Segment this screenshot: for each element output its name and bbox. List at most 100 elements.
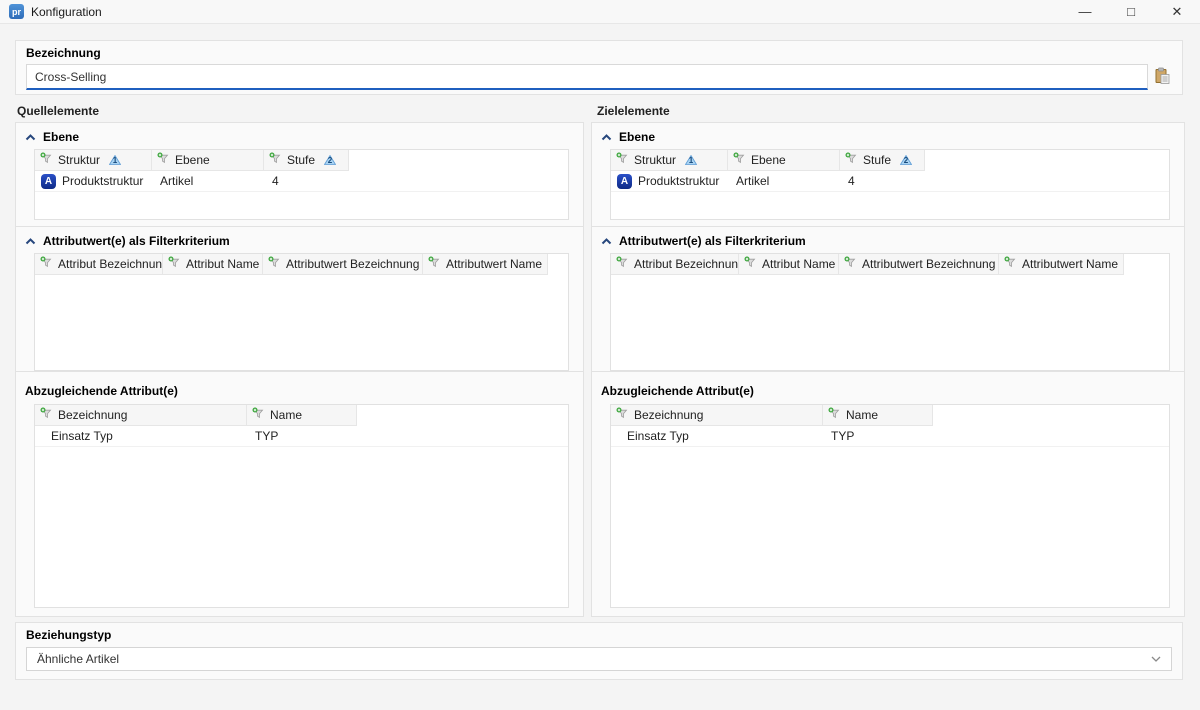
table-header-row: Bezeichnung Name (611, 405, 1169, 426)
column-header-bezeichnung[interactable]: Bezeichnung (611, 405, 823, 426)
column-header-stufe[interactable]: Stufe 2 (840, 150, 925, 171)
filter-funnel-icon[interactable] (40, 256, 53, 272)
paste-button[interactable] (1150, 65, 1174, 89)
table-row[interactable]: Einsatz Typ TYP (35, 426, 568, 447)
maximize-button[interactable]: □ (1108, 0, 1154, 23)
product-structure-icon: A (617, 174, 632, 189)
column-header-label: Stufe (287, 153, 315, 167)
target-ebene-table: Struktur 1 Ebene Stufe (610, 149, 1170, 220)
close-button[interactable]: ✕ (1154, 0, 1200, 23)
column-header-attributwert-bezeichnung[interactable]: Attributwert Bezeichnung (839, 254, 999, 275)
source-filter-section-header[interactable]: Attributwert(e) als Filterkriterium (16, 227, 583, 253)
filter-funnel-icon[interactable] (252, 407, 265, 423)
column-header-label: Attribut Bezeichnung (634, 257, 739, 271)
source-filter-table: Attribut Bezeichnung Attribut Name Attri… (34, 253, 569, 371)
sort-order-number: 2 (900, 155, 912, 165)
column-header-label: Name (270, 408, 302, 422)
filter-funnel-icon[interactable] (616, 152, 629, 168)
filter-funnel-icon[interactable] (744, 256, 757, 272)
filter-funnel-icon[interactable] (616, 407, 629, 423)
source-ebene-table: Struktur 1 Ebene Stufe (34, 149, 569, 220)
column-header-name[interactable]: Name (823, 405, 933, 426)
column-header-attribut-name[interactable]: Attribut Name (739, 254, 839, 275)
filter-funnel-icon[interactable] (157, 152, 170, 168)
filter-funnel-icon[interactable] (828, 407, 841, 423)
table-row[interactable]: A Produktstruktur Artikel 4 (611, 171, 1169, 192)
cell-struktur: Produktstruktur (62, 174, 143, 188)
beziehungstyp-group: Beziehungstyp Ähnliche Artikel (15, 622, 1183, 680)
sort-ascending-icon: 1 (109, 155, 121, 165)
column-header-label: Attribut Name (186, 257, 259, 271)
column-header-label: Attributwert Bezeichnung (286, 257, 419, 271)
column-header-ebene[interactable]: Ebene (728, 150, 840, 171)
section-title: Ebene (619, 130, 655, 144)
column-header-attribut-name[interactable]: Attribut Name (163, 254, 263, 275)
cell-ebene: Artikel (160, 174, 193, 188)
section-title: Abzugleichende Attribut(e) (25, 384, 178, 398)
window-title: Konfiguration (31, 5, 102, 19)
table-row[interactable]: Einsatz Typ TYP (611, 426, 1169, 447)
cell-name: TYP (831, 429, 854, 443)
filter-funnel-icon[interactable] (269, 152, 282, 168)
column-header-label: Ebene (175, 153, 210, 167)
filter-funnel-icon[interactable] (733, 152, 746, 168)
filter-funnel-icon[interactable] (1004, 256, 1017, 272)
filter-funnel-icon[interactable] (268, 256, 281, 272)
filter-funnel-icon[interactable] (428, 256, 441, 272)
column-header-bezeichnung[interactable]: Bezeichnung (35, 405, 247, 426)
bezeichnung-group: Bezeichnung (15, 40, 1183, 95)
target-elements-title: Zielelemente (597, 104, 670, 118)
beziehungstyp-dropdown[interactable]: Ähnliche Artikel (26, 647, 1172, 671)
sort-order-number: 1 (685, 155, 697, 165)
section-title: Attributwert(e) als Filterkriterium (619, 234, 806, 248)
column-header-stufe[interactable]: Stufe 2 (264, 150, 349, 171)
filter-funnel-icon[interactable] (168, 256, 181, 272)
filter-funnel-icon[interactable] (845, 152, 858, 168)
column-header-label: Bezeichnung (634, 408, 703, 422)
cell-name: TYP (255, 429, 278, 443)
bezeichnung-input[interactable] (26, 64, 1148, 90)
source-filter-section: Attributwert(e) als Filterkriterium Attr… (16, 226, 583, 371)
collapse-chevron-icon (601, 130, 612, 144)
table-header-row: Bezeichnung Name (35, 405, 568, 426)
table-header-row: Attribut Bezeichnung Attribut Name Attri… (611, 254, 1169, 275)
collapse-chevron-icon (25, 234, 36, 248)
target-elements-panel: Ebene Struktur 1 Eb (591, 122, 1185, 617)
column-header-attributwert-bezeichnung[interactable]: Attributwert Bezeichnung (263, 254, 423, 275)
clipboard-paste-icon (1153, 67, 1171, 88)
sort-ascending-icon: 2 (324, 155, 336, 165)
minimize-button[interactable]: — (1062, 0, 1108, 23)
column-header-attribut-bezeichnung[interactable]: Attribut Bezeichnung (35, 254, 163, 275)
table-row[interactable]: A Produktstruktur Artikel 4 (35, 171, 568, 192)
target-attributes-section-header: Abzugleichende Attribut(e) (592, 372, 1184, 404)
target-filter-section: Attributwert(e) als Filterkriterium Attr… (592, 226, 1184, 371)
column-header-label: Attribut Name (762, 257, 835, 271)
collapse-chevron-icon (25, 130, 36, 144)
target-filter-section-header[interactable]: Attributwert(e) als Filterkriterium (592, 227, 1184, 253)
minimize-icon: — (1079, 4, 1092, 19)
column-header-attribut-bezeichnung[interactable]: Attribut Bezeichnung (611, 254, 739, 275)
column-header-label: Struktur (58, 153, 100, 167)
column-header-struktur[interactable]: Struktur 1 (35, 150, 152, 171)
maximize-icon: □ (1127, 4, 1135, 19)
source-ebene-section-header[interactable]: Ebene (16, 123, 583, 149)
column-header-attributwert-name[interactable]: Attributwert Name (423, 254, 548, 275)
filter-funnel-icon[interactable] (40, 407, 53, 423)
column-header-struktur[interactable]: Struktur 1 (611, 150, 728, 171)
filter-funnel-icon[interactable] (616, 256, 629, 272)
column-header-attributwert-name[interactable]: Attributwert Name (999, 254, 1124, 275)
beziehungstyp-label: Beziehungstyp (26, 628, 111, 642)
target-ebene-section-header[interactable]: Ebene (592, 123, 1184, 149)
window-controls: — □ ✕ (1062, 0, 1200, 23)
column-header-name[interactable]: Name (247, 405, 357, 426)
target-attributes-section: Abzugleichende Attribut(e) Bezeichnung N… (592, 371, 1184, 616)
source-elements-panel: Ebene Struktur 1 Eb (15, 122, 584, 617)
table-header-row: Struktur 1 Ebene Stufe (611, 150, 1169, 171)
column-header-ebene[interactable]: Ebene (152, 150, 264, 171)
source-ebene-section: Ebene Struktur 1 Eb (16, 123, 583, 226)
column-header-label: Name (846, 408, 878, 422)
column-header-label: Ebene (751, 153, 786, 167)
filter-funnel-icon[interactable] (40, 152, 53, 168)
cell-bezeichnung: Einsatz Typ (51, 429, 113, 443)
filter-funnel-icon[interactable] (844, 256, 857, 272)
